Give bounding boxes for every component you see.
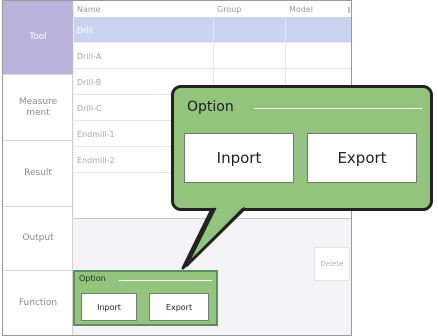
cell-group	[214, 43, 286, 68]
table-header: Name Group Model	[74, 1, 351, 17]
scrollbar[interactable]	[348, 7, 350, 13]
sidebar-item-function[interactable]: Function	[3, 271, 73, 335]
sidebar-item-label: Output	[22, 233, 54, 243]
delete-button[interactable]: Delete	[314, 247, 350, 281]
export-button[interactable]: Export	[149, 293, 209, 321]
option-panel: Option Inport Export	[73, 270, 218, 326]
cell-model	[286, 17, 351, 42]
sidebar-item-label: Tool	[29, 32, 47, 42]
callout-export-button[interactable]: Export	[307, 133, 417, 183]
cell-name: Drill-A	[74, 43, 214, 68]
cell-group	[214, 17, 286, 42]
column-header-group[interactable]: Group	[214, 1, 286, 17]
callout-import-button[interactable]: Inport	[184, 133, 294, 183]
column-header-model[interactable]: Model	[286, 1, 351, 17]
option-panel-rule	[119, 280, 212, 281]
table-row[interactable]: Drill-A	[74, 43, 351, 69]
sidebar-item-label: Function	[18, 297, 58, 308]
sidebar-item-output[interactable]: Output	[3, 207, 73, 271]
sidebar: Tool Measure ment Result Output Function	[3, 1, 73, 335]
option-callout: Option Inport Export	[171, 85, 433, 211]
column-header-name[interactable]: Name	[74, 1, 214, 17]
callout-title: Option	[187, 99, 234, 115]
callout-rule	[254, 108, 422, 109]
option-panel-title: Option	[79, 274, 108, 283]
sidebar-item-tool[interactable]: Tool	[3, 1, 73, 75]
sidebar-item-label: Measure ment	[18, 96, 58, 118]
sidebar-item-result[interactable]: Result	[3, 141, 73, 207]
table-row[interactable]: Drill	[74, 17, 351, 43]
cell-name: Drill	[74, 17, 214, 42]
sidebar-item-measurement[interactable]: Measure ment	[3, 75, 73, 141]
import-button[interactable]: Inport	[81, 293, 137, 321]
cell-model	[286, 43, 351, 68]
sidebar-item-label: Result	[24, 168, 52, 178]
